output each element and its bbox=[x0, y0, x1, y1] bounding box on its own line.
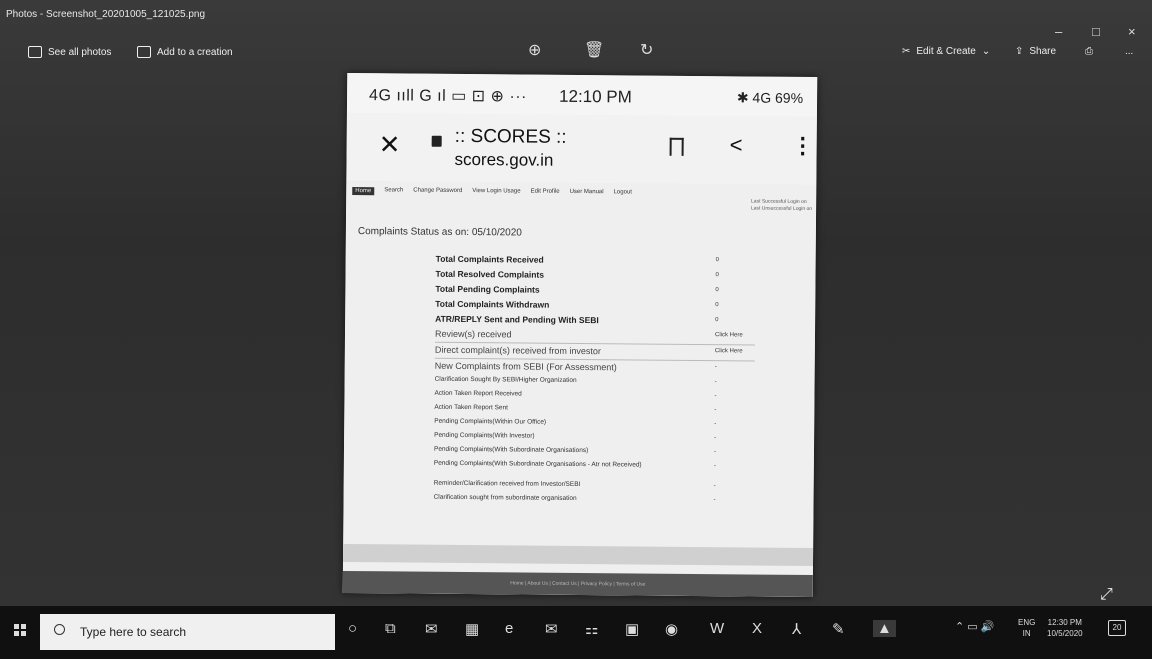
language-indicator[interactable]: ENG IN bbox=[1018, 617, 1035, 639]
browser-url-bar: ✕ :: SCORES :: scores.gov.in < ⋮ bbox=[346, 112, 817, 186]
nav-search: Search bbox=[384, 187, 404, 194]
nav-user-manual: User Manual bbox=[569, 188, 604, 196]
nav-logout: Logout bbox=[613, 189, 632, 196]
start-button[interactable] bbox=[14, 624, 26, 636]
bookmark-icon bbox=[669, 137, 684, 156]
search-icon bbox=[54, 624, 65, 635]
network-app-icon[interactable]: ⚏ bbox=[585, 620, 598, 638]
search-placeholder: Type here to search bbox=[80, 625, 187, 639]
last-login-info: Last Successful Login on Last Unsuccessf… bbox=[750, 198, 813, 213]
edge-icon[interactable]: e bbox=[505, 620, 513, 637]
photos-app-icon[interactable]: ▲ bbox=[873, 620, 896, 637]
store-icon[interactable]: ▣ bbox=[625, 620, 639, 638]
rotate-icon[interactable]: ↻ bbox=[640, 40, 653, 60]
window-title: Photos - Screenshot_20201005_121025.png bbox=[6, 9, 206, 20]
notification-center[interactable]: 20 bbox=[1108, 620, 1126, 636]
taskbar-search[interactable]: Type here to search bbox=[40, 614, 335, 650]
command-bar: See all photos Add to a creation ⊕ 🗑 ↻ ✂… bbox=[0, 36, 1152, 70]
complaints-table: Total Complaints Received 0 Total Resolve… bbox=[434, 252, 756, 509]
edit-icon: ✂ bbox=[902, 46, 911, 57]
photos-icon bbox=[28, 46, 42, 58]
paint-icon[interactable]: ✎ bbox=[832, 620, 845, 638]
system-tray[interactable]: ⌃ ▭ 🔊 bbox=[955, 620, 994, 633]
scores-nav: Home Search Change Password View Login U… bbox=[352, 187, 632, 197]
zoom-in-icon[interactable]: ⊕ bbox=[528, 40, 541, 60]
cortana-icon[interactable]: ○ bbox=[348, 620, 357, 637]
status-time: 12:10 PM bbox=[558, 86, 632, 107]
see-all-photos-button[interactable]: See all photos bbox=[28, 46, 111, 58]
title-bar: Photos - Screenshot_20201005_121025.png … bbox=[0, 0, 1152, 39]
page-footer: Home | About Us | Contact Us | Privacy P… bbox=[342, 570, 813, 598]
photo-content: 4G ııll G ıl ▭ ⊡ ⊕ ··· 12:10 PM ✱ 4G 69%… bbox=[342, 72, 818, 598]
share-icon: ⇪ bbox=[1015, 46, 1024, 57]
task-view-icon[interactable]: ⧉ bbox=[385, 620, 396, 637]
excel-icon[interactable]: X bbox=[752, 620, 762, 637]
site-title: :: SCORES :: bbox=[454, 125, 567, 148]
taskbar: Type here to search ○ ⧉ ✉ ▦ e ✉ ⚏ ▣ ◉ W … bbox=[0, 606, 1152, 659]
nav-change-password: Change Password bbox=[413, 187, 463, 194]
nav-home: Home bbox=[352, 187, 375, 196]
delete-icon[interactable]: 🗑 bbox=[584, 40, 604, 60]
page-footer-band bbox=[343, 543, 814, 567]
acrobat-icon[interactable]: ⅄ bbox=[792, 620, 801, 638]
table-row: Pending Complaints(With Subordinate Orga… bbox=[433, 459, 716, 470]
close-tab-icon: ✕ bbox=[378, 129, 401, 160]
app-icon[interactable]: ▦ bbox=[465, 620, 479, 638]
outlook-icon[interactable]: ✉ bbox=[425, 620, 438, 638]
status-right: ✱ 4G 69% bbox=[736, 89, 804, 106]
fullscreen-icon[interactable]: ⤢ bbox=[1100, 586, 1113, 604]
print-icon: ⎙ bbox=[1085, 46, 1093, 57]
status-left: 4G ııll G ıl ▭ ⊡ ⊕ ··· bbox=[369, 87, 527, 106]
more-button[interactable]: ... bbox=[1125, 46, 1133, 57]
mail-icon[interactable]: ✉ bbox=[545, 620, 558, 638]
chrome-icon[interactable]: ◉ bbox=[665, 620, 678, 638]
more-vert-icon: ⋮ bbox=[791, 132, 814, 159]
clock[interactable]: 12:30 PM 10/5/2020 bbox=[1047, 617, 1083, 639]
nav-view-login-usage: View Login Usage bbox=[472, 188, 521, 195]
creation-icon bbox=[137, 46, 151, 58]
share-icon: < bbox=[729, 132, 743, 158]
word-icon[interactable]: W bbox=[710, 620, 724, 637]
share-button[interactable]: ⇪ Share bbox=[1015, 46, 1056, 57]
edit-create-button[interactable]: ✂ Edit & Create ⌄ bbox=[902, 46, 990, 57]
site-host: scores.gov.in bbox=[454, 149, 554, 170]
scores-page: Home Search Change Password View Login U… bbox=[342, 180, 817, 598]
add-to-creation-button[interactable]: Add to a creation bbox=[137, 46, 233, 58]
table-row: Clarification sought from subordinate or… bbox=[433, 493, 716, 504]
nav-edit-profile: Edit Profile bbox=[530, 188, 560, 195]
print-button[interactable]: ⎙ bbox=[1085, 46, 1093, 57]
phone-status-bar: 4G ııll G ıl ▭ ⊡ ⊕ ··· 12:10 PM ✱ 4G 69% bbox=[346, 72, 818, 118]
chevron-down-icon: ⌄ bbox=[981, 46, 991, 57]
complaints-status-title: Complaints Status as on: 05/10/2020 bbox=[357, 226, 522, 239]
photo-viewer: Photos - Screenshot_20201005_121025.png … bbox=[0, 0, 1152, 606]
lock-icon bbox=[431, 135, 442, 147]
